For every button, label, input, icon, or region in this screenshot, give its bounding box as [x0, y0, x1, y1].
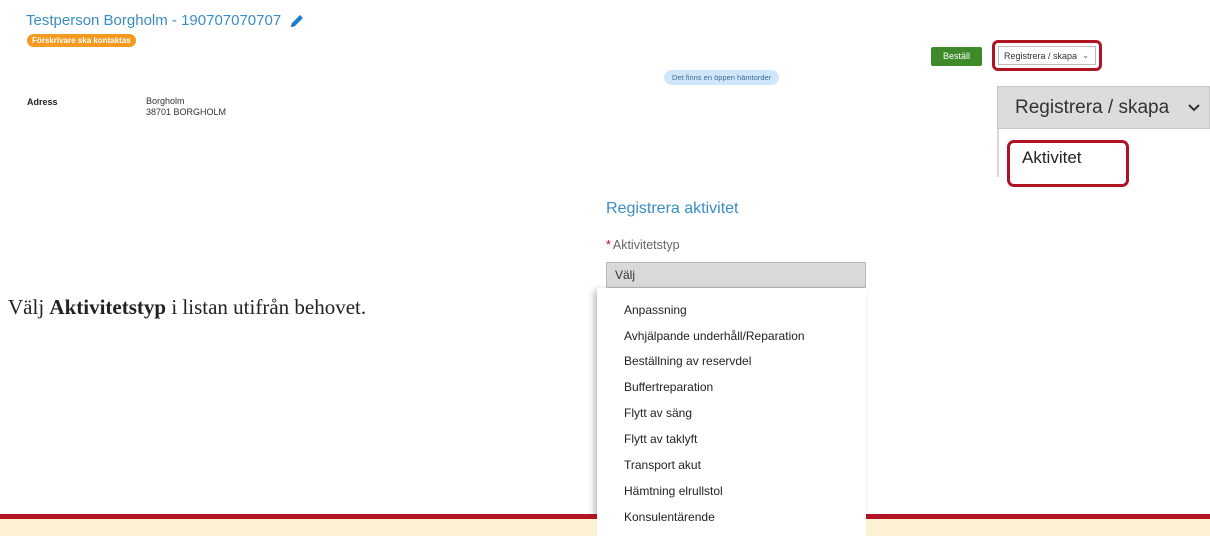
pencil-icon[interactable] — [289, 13, 305, 29]
person-name[interactable]: Testperson Borgholm - 190707070707 — [26, 12, 305, 29]
adress-label: Adress — [27, 97, 58, 107]
instruction-suffix: i listan utifrån behovet. — [166, 295, 367, 319]
chevron-down-icon — [1187, 87, 1201, 129]
option-item[interactable]: Buffertreparation — [624, 380, 713, 394]
registrera-dropdown-zoomed-label: Registrera / skapa — [1015, 97, 1170, 118]
aktivitetstyp-options: Anpassning Avhjälpande underhåll/Reparat… — [597, 288, 866, 536]
aktivitetstyp-label: * Aktivitetstyp — [606, 238, 680, 252]
option-item[interactable]: Flytt av säng — [624, 406, 692, 420]
required-mark: * — [606, 238, 611, 252]
person-name-text: Testperson Borgholm - 190707070707 — [26, 12, 282, 29]
option-item[interactable]: Anpassning — [624, 303, 687, 317]
option-item[interactable]: Beställning av reservdel — [624, 354, 751, 368]
aktivitetstyp-label-text: Aktivitetstyp — [612, 238, 680, 252]
option-item[interactable]: Avhjälpande underhåll/Reparation — [624, 329, 805, 343]
registrera-dropdown[interactable]: Registrera / skapa ⌄ — [998, 46, 1096, 65]
instruction-text: Välj Aktivitetstyp i listan utifrån beho… — [8, 295, 366, 320]
instruction-bold: Aktivitetstyp — [49, 295, 167, 319]
option-item[interactable]: Hämtning elrullstol — [624, 484, 723, 498]
aktivitetstyp-select[interactable]: Välj — [606, 262, 866, 288]
option-item[interactable]: Flytt av taklyft — [624, 432, 697, 446]
option-item[interactable]: Transport akut — [624, 458, 701, 472]
bestall-button[interactable]: Beställ — [931, 47, 982, 66]
menu-item-aktivitet[interactable]: Aktivitet — [1022, 148, 1082, 168]
chevron-down-icon: ⌄ — [1082, 51, 1089, 60]
adress-value: Borgholm 38701 BORGHOLM — [146, 96, 226, 118]
registrera-dropdown-label: Registrera / skapa — [1004, 51, 1078, 61]
option-item[interactable]: Konsulentärende — [624, 510, 715, 524]
contact-badge: Förskrivare ska kontaktas — [27, 34, 136, 47]
form-title: Registrera aktivitet — [606, 200, 739, 217]
instruction-prefix: Välj — [8, 295, 50, 319]
adress-line-1: Borgholm — [146, 96, 185, 106]
adress-line-2: 38701 BORGHOLM — [146, 107, 227, 117]
footer-band-right — [866, 519, 1210, 536]
registrera-dropdown-zoomed[interactable]: Registrera / skapa — [997, 86, 1210, 129]
status-badge: Det finns en öppen hämtorder — [664, 70, 780, 85]
footer-band-left — [0, 519, 597, 536]
